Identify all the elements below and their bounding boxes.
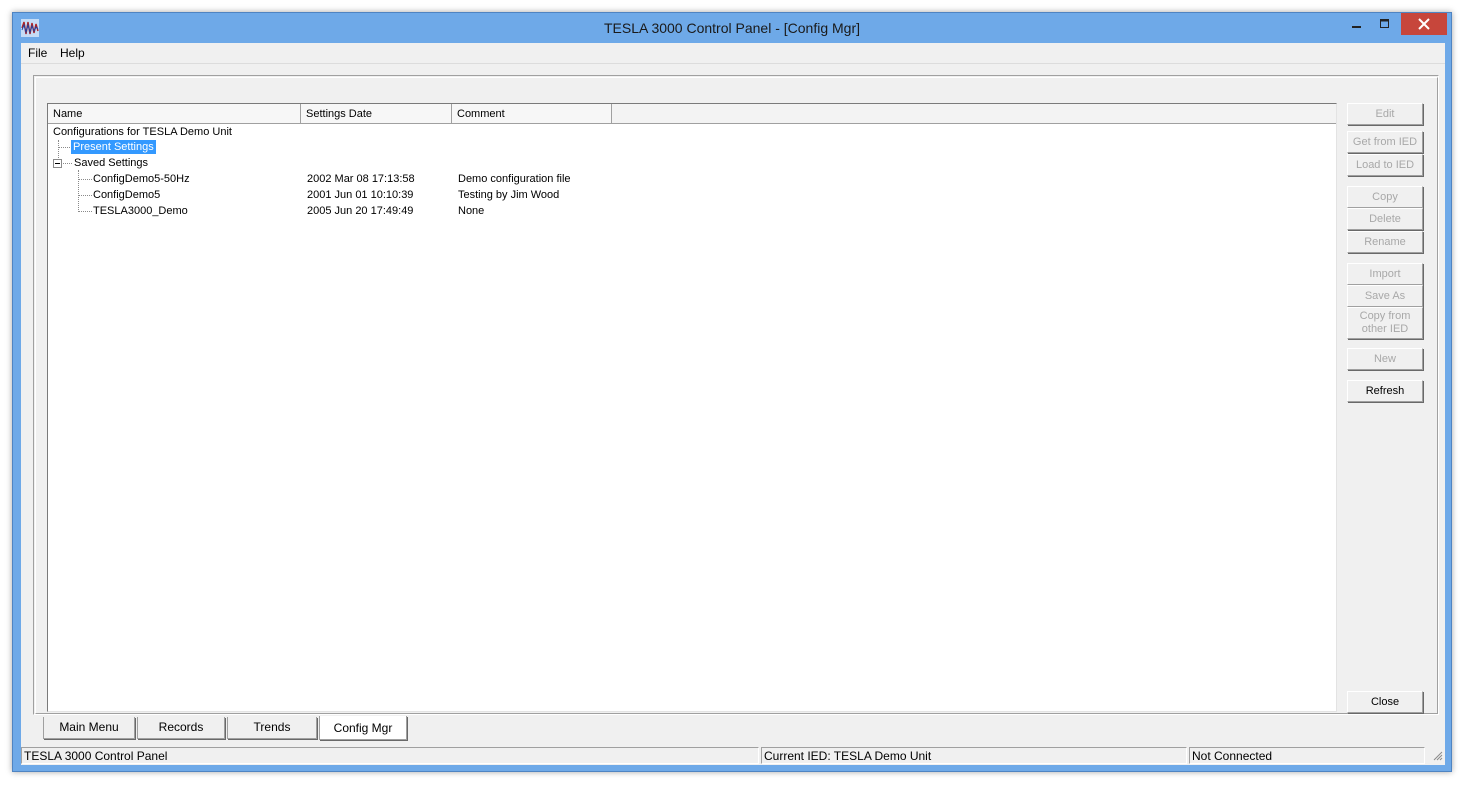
get-from-ied-button[interactable]: Get from IED: [1347, 131, 1423, 153]
load-to-ied-button[interactable]: Load to IED: [1347, 154, 1423, 176]
list-header: Name Settings Date Comment: [48, 104, 1336, 124]
row-comment: Demo configuration file: [458, 173, 571, 185]
minimize-icon: [1352, 26, 1361, 28]
copy-from-other-ied-label-line2: other IED: [1361, 323, 1409, 335]
close-icon: [1418, 18, 1430, 30]
tree-item-saved-settings[interactable]: Saved Settings: [74, 157, 148, 169]
tree-connector: [78, 211, 92, 212]
rename-button[interactable]: Rename: [1347, 231, 1423, 253]
tab-trends[interactable]: Trends: [227, 717, 317, 739]
column-header-comment[interactable]: Comment: [452, 104, 612, 123]
tree-connector: [78, 170, 79, 212]
resize-grip-icon[interactable]: [1431, 749, 1443, 761]
tree-connector: [78, 179, 92, 180]
close-button[interactable]: Close: [1347, 691, 1423, 713]
row-date: 2005 Jun 20 17:49:49: [307, 205, 414, 217]
tab-config-mgr[interactable]: Config Mgr: [319, 716, 407, 740]
menu-bar: File Help: [21, 43, 1445, 64]
main-window: TESLA 3000 Control Panel - [Config Mgr] …: [12, 12, 1452, 772]
tree-connector: [63, 163, 72, 164]
title-bar[interactable]: TESLA 3000 Control Panel - [Config Mgr]: [13, 13, 1451, 43]
new-button[interactable]: New: [1347, 348, 1423, 370]
row-comment: Testing by Jim Wood: [458, 189, 560, 201]
status-connection: Not Connected: [1189, 747, 1425, 764]
copy-from-other-ied-label-line1: Copy from: [1359, 310, 1411, 322]
status-current-ied: Current IED: TESLA Demo Unit: [761, 747, 1187, 764]
collapse-icon[interactable]: [53, 159, 62, 168]
tab-main-menu[interactable]: Main Menu: [43, 717, 135, 739]
maximize-icon: [1380, 19, 1389, 28]
row-name[interactable]: ConfigDemo5: [93, 189, 160, 201]
copy-from-other-ied-button[interactable]: Copy from other IED: [1347, 307, 1423, 339]
tab-records[interactable]: Records: [137, 717, 225, 739]
config-list[interactable]: Name Settings Date Comment Configuration…: [47, 103, 1337, 712]
tree-root-label[interactable]: Configurations for TESLA Demo Unit: [53, 126, 232, 138]
delete-button[interactable]: Delete: [1347, 208, 1423, 230]
copy-button[interactable]: Copy: [1347, 186, 1423, 208]
import-button[interactable]: Import: [1347, 263, 1423, 285]
column-header-settings-date[interactable]: Settings Date: [301, 104, 452, 123]
row-name[interactable]: ConfigDemo5-50Hz: [93, 173, 190, 185]
window-title: TESLA 3000 Control Panel - [Config Mgr]: [603, 20, 861, 36]
tree-item-present-settings[interactable]: Present Settings: [71, 140, 156, 154]
row-date: 2002 Mar 08 17:13:58: [307, 173, 415, 185]
tree-connector: [58, 147, 70, 148]
maximize-button[interactable]: [1372, 13, 1398, 35]
status-bar: TESLA 3000 Control Panel Current IED: TE…: [21, 745, 1445, 765]
refresh-button[interactable]: Refresh: [1347, 380, 1423, 402]
row-name[interactable]: TESLA3000_Demo: [93, 205, 188, 217]
minimize-button[interactable]: [1344, 13, 1370, 35]
close-window-button[interactable]: [1401, 13, 1447, 35]
edit-button[interactable]: Edit: [1347, 103, 1423, 125]
menu-file[interactable]: File: [28, 46, 47, 60]
tree-connector: [78, 195, 92, 196]
menu-help[interactable]: Help: [60, 46, 85, 60]
row-date: 2001 Jun 01 10:10:39: [307, 189, 414, 201]
client-area: File Help Name Settings Date Comment Con…: [21, 43, 1445, 765]
row-comment: None: [458, 205, 485, 217]
column-header-name[interactable]: Name: [48, 104, 301, 123]
save-as-button[interactable]: Save As: [1347, 285, 1423, 307]
status-app-name: TESLA 3000 Control Panel: [21, 747, 759, 764]
